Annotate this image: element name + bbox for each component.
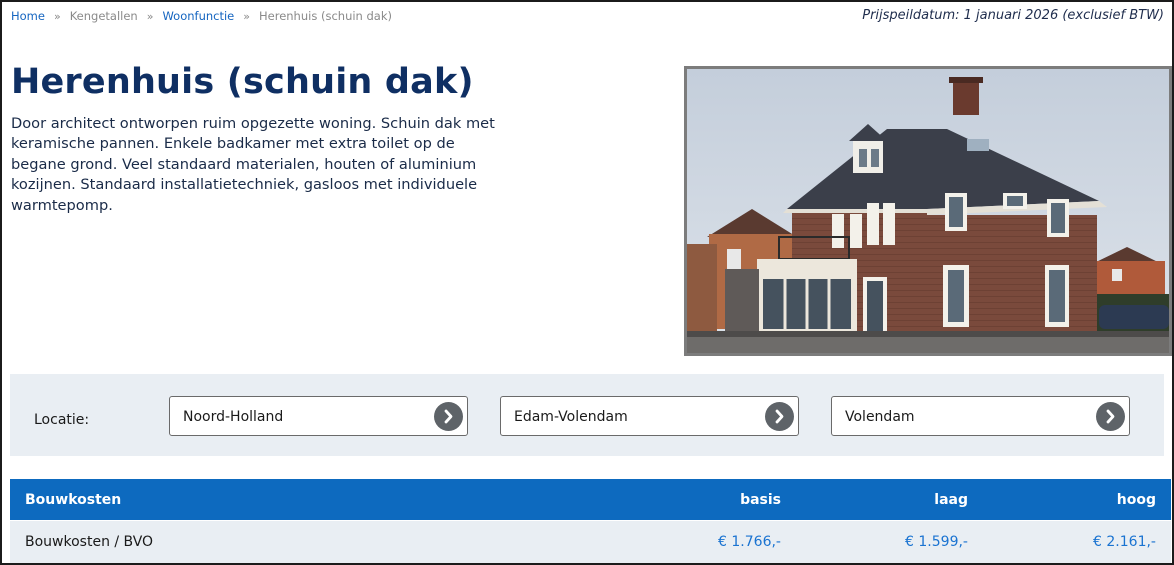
price-reference-date: Prijspeildatum: 1 januari 2026 (exclusie… <box>862 8 1164 23</box>
cost-basis-value: € 1.766,- <box>718 534 781 550</box>
cost-laag-value: € 1.599,- <box>905 534 968 550</box>
province-select-value: Noord-Holland <box>183 409 284 425</box>
page-title: Herenhuis (schuin dak) <box>11 62 474 102</box>
location-label: Locatie: <box>34 412 90 428</box>
chevron-right-icon[interactable] <box>765 402 794 431</box>
chevron-right-icon[interactable] <box>434 402 463 431</box>
breadcrumb-kengetallen[interactable]: Kengetallen <box>70 9 138 23</box>
chevron-right-icon[interactable] <box>1096 402 1125 431</box>
breadcrumb-woonfunctie-link[interactable]: Woonfunctie <box>162 9 234 23</box>
province-select[interactable]: Noord-Holland <box>169 396 468 436</box>
municipality-select-value: Edam-Volendam <box>514 409 628 425</box>
house-photo <box>684 66 1172 356</box>
place-select-value: Volendam <box>845 409 915 425</box>
breadcrumb-current: Herenhuis (schuin dak) <box>259 9 392 23</box>
location-selector-bar: Locatie: Noord-Holland Edam-Volendam Vol… <box>10 374 1164 456</box>
place-select[interactable]: Volendam <box>831 396 1130 436</box>
column-header-bouwkosten: Bouwkosten <box>25 492 122 508</box>
breadcrumb-separator: » <box>146 10 154 23</box>
breadcrumb-separator: » <box>243 10 250 23</box>
row-label: Bouwkosten / BVO <box>25 534 154 550</box>
column-header-laag: laag <box>934 492 968 508</box>
column-header-basis: basis <box>740 492 781 508</box>
cost-hoog-value: € 2.161,- <box>1093 534 1156 550</box>
breadcrumb-home-link[interactable]: Home <box>11 9 45 23</box>
breadcrumb-separator: » <box>53 10 61 23</box>
table-row: Bouwkosten / BVO € 1.766,- € 1.599,- € 2… <box>10 521 1171 563</box>
municipality-select[interactable]: Edam-Volendam <box>500 396 799 436</box>
cost-table-header: Bouwkosten basis laag hoog <box>10 479 1171 520</box>
column-header-hoog: hoog <box>1116 492 1156 508</box>
page-description: Door architect ontworpen ruim opgezette … <box>11 115 495 214</box>
breadcrumb: Home » Kengetallen » Woonfunctie » Herenhuis (… <box>11 9 392 23</box>
